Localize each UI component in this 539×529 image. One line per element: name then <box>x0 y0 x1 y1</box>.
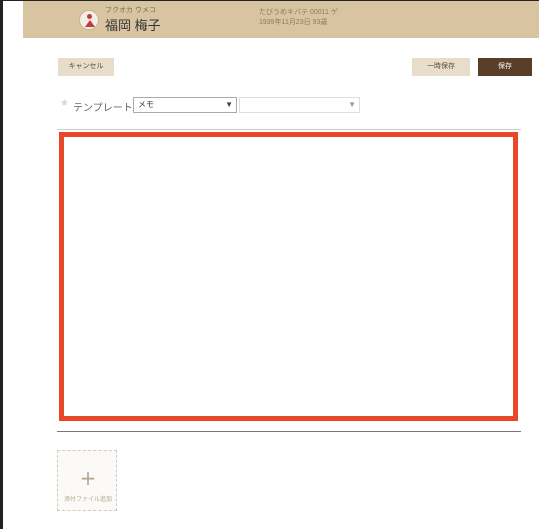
add-attachment-button[interactable]: + 添付ファイル追加 <box>57 450 117 511</box>
template-subselect[interactable]: ▼ <box>239 97 360 113</box>
chevron-down-icon: ▼ <box>348 100 356 109</box>
cancel-button[interactable]: キャンセル <box>58 58 114 76</box>
memo-textarea[interactable] <box>59 132 518 421</box>
app-frame: フクオカ ウメコ 福岡 梅子 たびうめキバテ 00011 ゲ 1939年11月2… <box>0 0 539 529</box>
save-button[interactable]: 保存 <box>478 58 532 76</box>
avatar <box>79 10 99 30</box>
add-attachment-label: 添付ファイル追加 <box>63 497 112 503</box>
patient-header: フクオカ ウメコ 福岡 梅子 たびうめキバテ 00011 ゲ 1939年11月2… <box>23 1 539 38</box>
temp-save-button[interactable]: 一時保存 <box>412 58 470 76</box>
star-icon[interactable]: ★ <box>60 98 69 109</box>
patient-meta-2: 1939年11月23日 93歳 <box>259 19 328 26</box>
plus-icon: + <box>79 466 97 490</box>
patient-kana: フクオカ ウメコ <box>105 7 156 14</box>
template-select[interactable]: メモ ▼ <box>133 97 237 113</box>
person-icon <box>87 14 92 19</box>
patient-name: 福岡 梅子 <box>105 18 161 33</box>
patient-meta-1: たびうめキバテ 00011 ゲ <box>259 9 338 16</box>
template-select-value: メモ <box>138 100 154 109</box>
chevron-down-icon: ▼ <box>225 100 233 109</box>
